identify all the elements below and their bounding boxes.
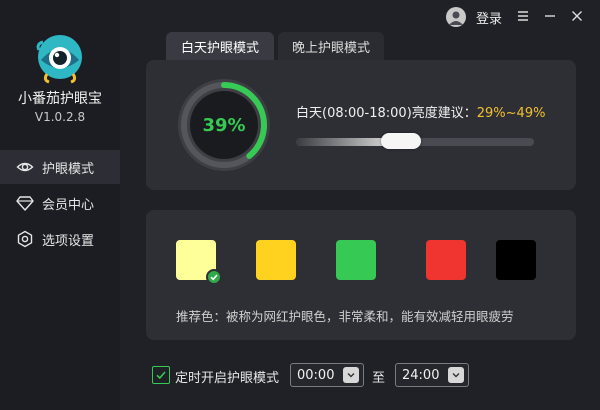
end-time-select[interactable]: 24:00 — [395, 363, 469, 387]
app-version: V1.0.2.8 — [34, 110, 86, 124]
app-name: 小番茄护眼宝 — [18, 91, 102, 107]
color-swatch-black[interactable] — [496, 240, 536, 280]
minimize-icon[interactable] — [540, 6, 560, 26]
diamond-icon — [16, 196, 34, 211]
selected-check-icon — [206, 269, 222, 285]
main-panel: 登录 白天护眼模式 晚上护眼模式 39% 白天(08:00-18:00)亮度建议… — [120, 0, 600, 410]
brightness-percent: 39% — [202, 114, 246, 136]
brightness-card: 39% 白天(08:00-18:00)亮度建议：29%~49% — [146, 60, 576, 190]
start-time-select[interactable]: 00:00 — [290, 363, 364, 387]
close-icon[interactable] — [567, 6, 587, 26]
recommend-text: 推荐色：被称为网红护眼色，非常柔和，能有效减轻用眼疲劳 — [176, 309, 514, 324]
tab-day-mode[interactable]: 白天护眼模式 — [166, 32, 274, 60]
tab-night-mode[interactable]: 晚上护眼模式 — [278, 32, 384, 60]
settings-hexagon-icon — [17, 230, 33, 248]
brightness-slider-fill — [296, 138, 389, 146]
menu-icon[interactable] — [513, 6, 533, 26]
color-card: 推荐色：被称为网红护眼色，非常柔和，能有效减轻用眼疲劳 — [146, 210, 576, 340]
color-swatch-yellow[interactable] — [256, 240, 296, 280]
sidebar-item-settings[interactable]: 选项设置 — [0, 222, 120, 256]
timer-checkbox[interactable] — [152, 366, 170, 384]
login-link[interactable]: 登录 — [476, 8, 502, 27]
timer-label: 定时开启护眼模式 — [175, 371, 280, 386]
app-logo-icon — [36, 35, 82, 84]
chevron-down-icon — [343, 367, 359, 383]
color-swatch-light-yellow[interactable] — [176, 240, 222, 285]
sidebar-item-eye-mode[interactable]: 护眼模式 — [0, 150, 120, 184]
color-swatch-red[interactable] — [426, 240, 466, 280]
sidebar-item-label: 护眼模式 — [42, 161, 95, 177]
to-label: 至 — [372, 371, 386, 386]
brightness-suggestion: 白天(08:00-18:00)亮度建议：29%~49% — [296, 102, 545, 121]
brightness-slider-thumb[interactable] — [380, 133, 421, 149]
brightness-suggestion-label: 白天(08:00-18:00)亮度建议： — [296, 106, 477, 121]
chevron-down-icon — [448, 367, 464, 383]
checkmark-icon — [156, 371, 166, 380]
brightness-suggestion-range: 29%~49% — [476, 106, 546, 121]
sidebar-item-member[interactable]: 会员中心 — [0, 186, 120, 220]
end-time-value: 24:00 — [402, 367, 440, 383]
user-avatar-icon[interactable] — [446, 7, 466, 27]
start-time-value: 00:00 — [297, 367, 335, 383]
eye-icon — [16, 162, 34, 172]
color-swatch-green[interactable] — [336, 240, 376, 280]
sidebar-item-label: 选项设置 — [42, 233, 95, 249]
sidebar-item-label: 会员中心 — [42, 197, 95, 213]
sidebar: 小番茄护眼宝 V1.0.2.8 护眼模式 会员中心 选项设置 — [0, 0, 120, 410]
